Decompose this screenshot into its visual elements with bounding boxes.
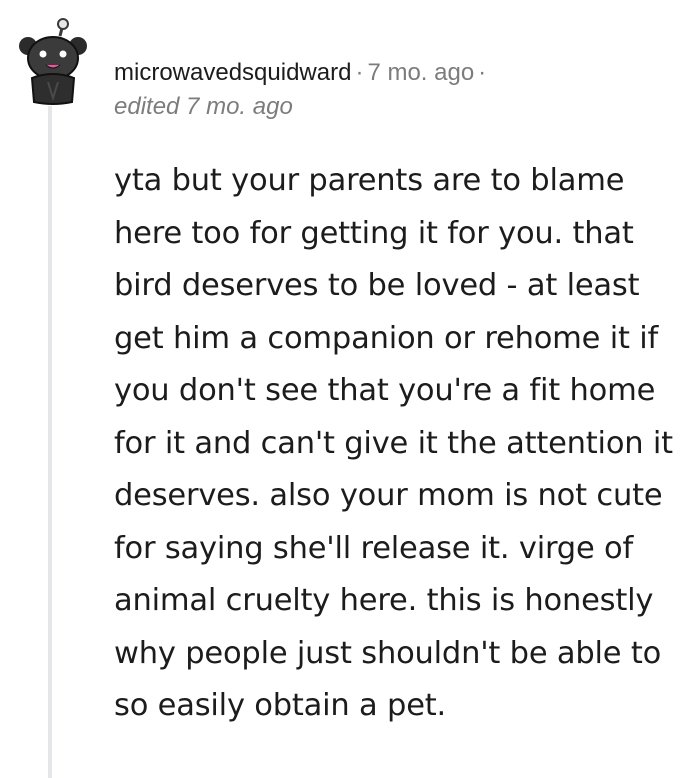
meta-separator: · xyxy=(355,59,364,86)
meta-separator: · xyxy=(478,59,487,86)
thread-line[interactable] xyxy=(48,106,52,778)
comment-body: yta but your parents are to blame here t… xyxy=(114,163,673,723)
comment-meta: microwavedsquidward · 7 mo. ago · edited 7 … xyxy=(114,56,674,124)
timestamp[interactable]: 7 mo. ago xyxy=(367,59,474,86)
comment: microwavedsquidward · 7 mo. ago · edited 7 … xyxy=(0,0,700,778)
avatar[interactable] xyxy=(18,18,88,106)
author-link[interactable]: microwavedsquidward xyxy=(114,59,351,86)
edited-label: edited 7 mo. ago xyxy=(114,93,293,120)
snoo-avatar-icon xyxy=(19,18,87,105)
